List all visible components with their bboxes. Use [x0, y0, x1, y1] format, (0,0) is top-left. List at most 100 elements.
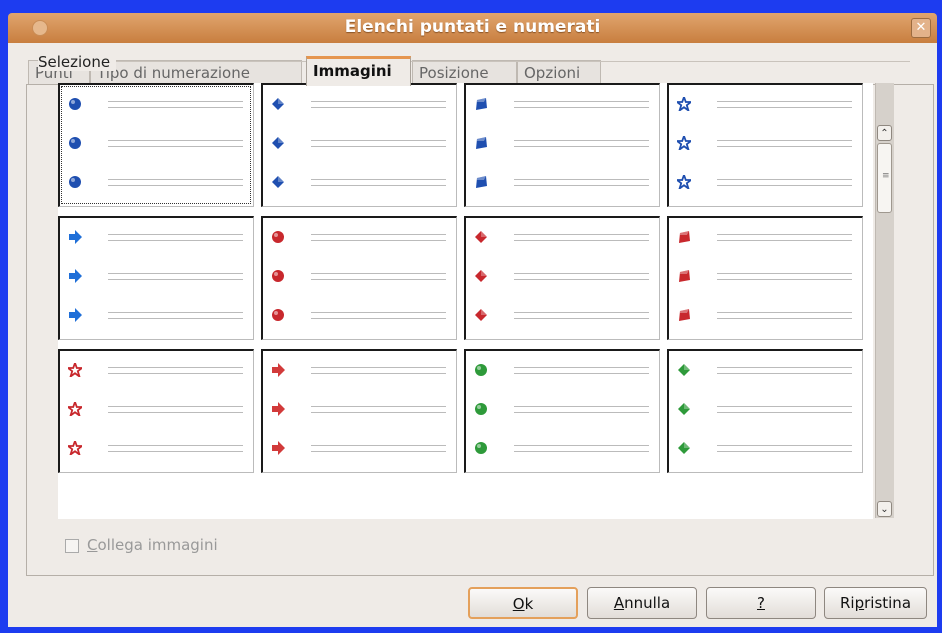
bullet-preview-row: [65, 438, 243, 459]
bullet-style-option[interactable]: [464, 216, 660, 340]
bullet-style-option[interactable]: [58, 216, 254, 340]
bullet-preview-row: [68, 306, 243, 326]
cube-bullet-icon: [474, 175, 488, 189]
arrow-right-bullet-icon: [271, 363, 285, 377]
tab-tipo-di-numerazione[interactable]: Tipo di numerazione: [90, 60, 302, 85]
reset-button[interactable]: Ripristina: [824, 587, 927, 619]
selection-group-label: Selezione: [38, 53, 117, 71]
bullet-preview-row: [674, 172, 852, 193]
preview-text-lines: [717, 445, 852, 452]
sphere-bullet-icon: [474, 402, 488, 416]
bullet-style-option[interactable]: [667, 349, 863, 473]
bullet-preview-row: [68, 95, 243, 115]
tab-opzioni[interactable]: Opzioni: [517, 60, 601, 85]
bullet-preview-row: [271, 173, 446, 193]
sphere-bullet-icon: [474, 441, 488, 455]
window-title: Elenchi puntati e numerati: [344, 17, 601, 37]
selection-separator: [40, 61, 910, 62]
chevron-up-icon: ⌃: [880, 128, 889, 139]
cube-bullet-icon: [474, 97, 488, 111]
star-bullet-icon: [65, 399, 85, 418]
preview-text-lines: [108, 140, 243, 147]
title-bar[interactable]: Elenchi puntati e numerati ✕: [8, 13, 937, 43]
bullet-preview-row: [271, 306, 446, 326]
bullet-style-option[interactable]: [261, 349, 457, 473]
preview-text-lines: [514, 179, 649, 186]
arrow-diamond-bullet-icon: [271, 136, 285, 150]
preview-text-lines: [311, 367, 446, 374]
sphere-bullet-icon: [271, 308, 285, 322]
scroll-up-button[interactable]: ⌃: [877, 125, 892, 141]
arrow-diamond-bullet-icon: [474, 269, 488, 283]
close-button[interactable]: ✕: [911, 18, 931, 38]
star-bullet-icon: [65, 438, 85, 457]
bullet-preview-row: [271, 361, 446, 381]
preview-text-lines: [108, 101, 243, 108]
scroll-thumb[interactable]: ≡: [877, 143, 892, 213]
bullet-preview-row: [474, 306, 649, 326]
bullet-preview-row: [674, 94, 852, 115]
preview-text-lines: [717, 101, 852, 108]
bullet-preview-row: [474, 173, 649, 193]
bullet-style-option[interactable]: [667, 216, 863, 340]
preview-text-lines: [717, 367, 852, 374]
bullet-preview-row: [677, 306, 852, 326]
tab-posizione[interactable]: Posizione: [412, 60, 517, 85]
bullet-style-option[interactable]: [667, 83, 863, 207]
bullet-preview-row: [674, 133, 852, 154]
bullet-image-grid: [58, 83, 873, 519]
bullet-preview-row: [271, 267, 446, 287]
preview-text-lines: [311, 273, 446, 280]
bullet-preview-row: [271, 95, 446, 115]
bullet-preview-row: [271, 400, 446, 420]
bullet-style-option[interactable]: [58, 83, 254, 207]
cube-bullet-icon: [677, 230, 691, 244]
tab-immagini[interactable]: Immagini: [306, 56, 411, 86]
preview-text-lines: [108, 234, 243, 241]
scroll-down-button[interactable]: ⌄: [877, 501, 892, 517]
preview-text-lines: [514, 234, 649, 241]
arrow-diamond-bullet-icon: [474, 308, 488, 322]
sphere-bullet-icon: [68, 136, 82, 150]
preview-text-lines: [108, 179, 243, 186]
arrow-diamond-bullet-icon: [677, 402, 691, 416]
preview-text-lines: [717, 234, 852, 241]
sphere-bullet-icon: [271, 269, 285, 283]
bullet-style-option[interactable]: [58, 349, 254, 473]
bullet-preview-row: [474, 228, 649, 248]
bullet-style-option[interactable]: [464, 83, 660, 207]
bullet-preview-row: [68, 228, 243, 248]
bullet-preview-row: [677, 400, 852, 420]
bullet-preview-row: [677, 267, 852, 287]
bullet-preview-row: [68, 173, 243, 193]
arrow-diamond-bullet-icon: [271, 175, 285, 189]
help-button[interactable]: ?: [706, 587, 816, 619]
ok-button[interactable]: Ok: [468, 587, 578, 619]
bullet-preview-row: [677, 439, 852, 459]
preview-text-lines: [514, 406, 649, 413]
preview-text-lines: [717, 312, 852, 319]
grid-scrollbar[interactable]: ⌃ ≡ ⌄: [875, 83, 894, 518]
link-images-checkbox[interactable]: [65, 539, 79, 553]
preview-text-lines: [108, 406, 243, 413]
preview-text-lines: [514, 367, 649, 374]
arrow-right-bullet-icon: [68, 230, 82, 244]
cube-bullet-icon: [677, 269, 691, 283]
close-icon: ✕: [915, 20, 927, 35]
bullet-preview-row: [474, 134, 649, 154]
bullet-style-option[interactable]: [464, 349, 660, 473]
sphere-bullet-icon: [68, 175, 82, 189]
bullet-preview-row: [65, 399, 243, 420]
cancel-button[interactable]: Annulla: [587, 587, 697, 619]
arrow-diamond-bullet-icon: [677, 363, 691, 377]
arrow-right-bullet-icon: [68, 308, 82, 322]
preview-text-lines: [311, 406, 446, 413]
bullet-style-option[interactable]: [261, 216, 457, 340]
cube-bullet-icon: [474, 136, 488, 150]
bullet-preview-row: [271, 228, 446, 248]
preview-text-lines: [311, 312, 446, 319]
preview-text-lines: [514, 445, 649, 452]
bullet-preview-row: [68, 134, 243, 154]
bullet-style-option[interactable]: [261, 83, 457, 207]
preview-text-lines: [514, 273, 649, 280]
